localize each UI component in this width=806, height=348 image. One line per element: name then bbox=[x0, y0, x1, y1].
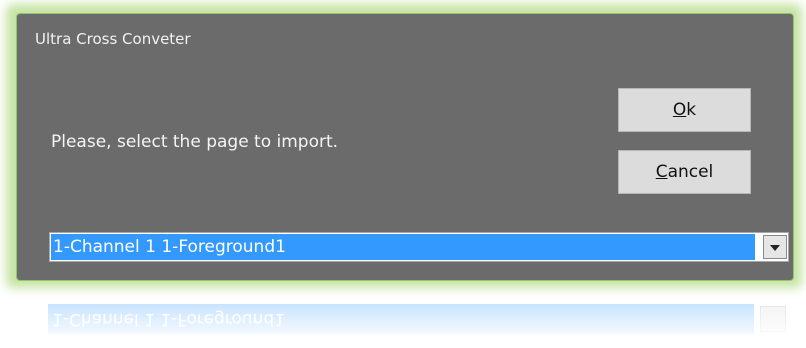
cancel-mnemonic: C bbox=[655, 162, 668, 182]
ok-button-label: Ok bbox=[673, 100, 696, 120]
cancel-button-label: Cancel bbox=[656, 162, 714, 182]
chevron-down-icon bbox=[770, 245, 780, 251]
reflection-dropdown-button bbox=[760, 306, 786, 332]
cancel-button[interactable]: Cancel bbox=[618, 150, 751, 194]
import-page-dialog: Ultra Cross Conveter Please, select the … bbox=[17, 14, 793, 280]
ok-mnemonic: O bbox=[672, 100, 687, 120]
cancel-label-rest: ancel bbox=[667, 162, 714, 182]
dialog-prompt: Please, select the page to import. bbox=[51, 132, 339, 152]
dialog-title: Ultra Cross Conveter bbox=[35, 30, 191, 48]
reflection-select-value: 1-Channel 1 1-Foreground1 bbox=[48, 304, 754, 334]
screen: Ultra Cross Conveter Please, select the … bbox=[0, 0, 806, 348]
ok-label-rest: k bbox=[686, 100, 697, 120]
page-select-dropdown[interactable]: 1-Channel 1 1-Foreground1 bbox=[49, 232, 789, 262]
page-select-value: 1-Channel 1 1-Foreground1 bbox=[51, 234, 755, 260]
dialog-reflection: 1-Channel 1 1-Foreground1 bbox=[38, 292, 798, 342]
dropdown-toggle-button[interactable] bbox=[763, 235, 787, 259]
ok-button[interactable]: Ok bbox=[618, 88, 751, 132]
